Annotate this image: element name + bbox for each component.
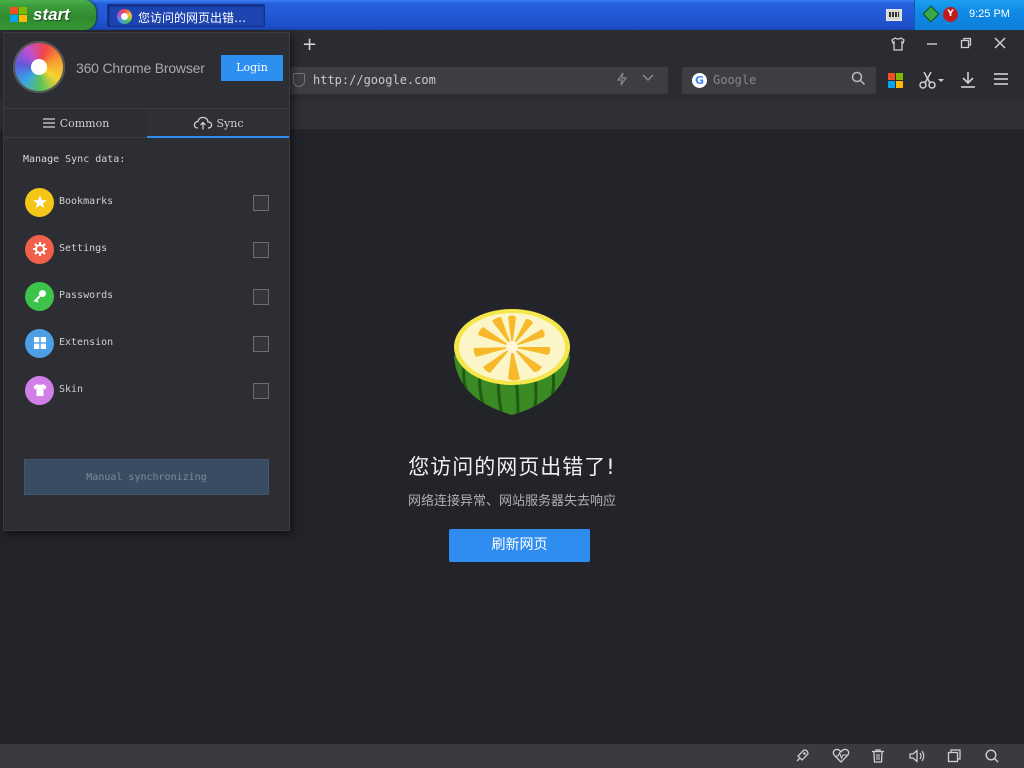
passwords-checkbox[interactable]	[253, 289, 269, 305]
address-bar[interactable]: http://google.com	[290, 67, 668, 94]
rocket-icon[interactable]	[794, 748, 810, 768]
panel-tabs: Common Sync	[4, 108, 289, 138]
tab-common[interactable]: Common	[4, 109, 147, 138]
sync-row-label: Passwords	[59, 290, 114, 301]
window-icon[interactable]	[946, 748, 962, 768]
sync-panel: 360 Chrome Browser Login Common Sync Man…	[3, 32, 290, 531]
settings-checkbox[interactable]	[253, 242, 269, 258]
refresh-page-button[interactable]: 刷新网页	[449, 529, 590, 562]
extension-checkbox[interactable]	[253, 336, 269, 352]
sync-row-label: Extension	[59, 337, 114, 348]
error-subtitle: 网络连接异常、网站服务器失去响应	[407, 494, 616, 509]
minimize-icon[interactable]	[922, 36, 942, 54]
tab-sync[interactable]: Sync	[147, 109, 289, 138]
manage-sync-label: Manage Sync data:	[23, 154, 126, 165]
sync-row-extension[interactable]: Extension	[4, 327, 289, 363]
sync-row-settings[interactable]: Settings	[4, 233, 289, 269]
trash-icon[interactable]	[870, 748, 886, 768]
google-icon: G	[692, 73, 707, 88]
speaker-icon[interactable]	[908, 748, 926, 768]
taskbar-window-title: 您访问的网页出错…	[138, 11, 247, 25]
sync-row-passwords[interactable]: Passwords	[4, 280, 289, 316]
browser-icon	[117, 9, 132, 24]
windows-logo-icon	[10, 7, 27, 23]
sync-row-label: Bookmarks	[59, 196, 114, 207]
start-button[interactable]: start	[0, 0, 96, 30]
gear-icon	[25, 235, 54, 264]
taskbar: start 您访问的网页出错… Y 9:25 PM	[0, 0, 1024, 30]
taskbar-window-button[interactable]: 您访问的网页出错…	[107, 4, 265, 27]
start-label: start	[33, 5, 70, 24]
lightning-icon[interactable]	[616, 72, 628, 90]
sync-row-label: Settings	[59, 243, 108, 254]
star-icon	[25, 188, 54, 217]
sync-row-label: Skin	[59, 384, 84, 395]
restore-icon[interactable]	[956, 36, 976, 54]
yandex-icon[interactable]: Y	[943, 7, 958, 22]
menu-icon[interactable]	[992, 70, 1010, 93]
search-icon[interactable]	[851, 71, 866, 90]
address-text[interactable]: http://google.com	[313, 73, 436, 87]
key-icon	[25, 282, 54, 311]
security-shield-icon[interactable]	[293, 73, 305, 87]
sync-row-skin[interactable]: Skin	[4, 374, 289, 410]
sync-row-bookmarks[interactable]: Bookmarks	[4, 186, 289, 222]
shirt-icon	[25, 376, 54, 405]
grid-icon	[25, 329, 54, 358]
scissors-icon[interactable]	[918, 70, 944, 95]
status-bar	[0, 744, 1024, 768]
zoom-icon[interactable]	[984, 748, 1000, 768]
system-tray: Y 9:25 PM	[914, 0, 1024, 30]
apps-grid-icon[interactable]	[888, 73, 904, 89]
close-icon[interactable]	[990, 36, 1010, 54]
tab-sync-label: Sync	[216, 117, 244, 130]
manual-sync-button[interactable]: Manual synchronizing	[24, 459, 269, 495]
watermelon-lemon-illustration	[454, 309, 570, 415]
error-title: 您访问的网页出错了!	[408, 455, 616, 479]
chevron-down-icon[interactable]	[641, 70, 655, 88]
brand-name: 360 Chrome Browser	[76, 60, 205, 76]
bookmarks-checkbox[interactable]	[253, 195, 269, 211]
skin-icon[interactable]	[888, 36, 908, 54]
skin-checkbox[interactable]	[253, 383, 269, 399]
new-tab-button[interactable]: +	[302, 34, 317, 55]
search-placeholder[interactable]: Google	[713, 73, 756, 87]
menu-icon	[42, 111, 56, 140]
cloud-upload-icon	[193, 112, 213, 141]
search-box[interactable]: G Google	[682, 67, 876, 94]
network-icon[interactable]	[922, 5, 940, 23]
login-button[interactable]: Login	[221, 55, 283, 81]
heart-pulse-icon[interactable]	[832, 748, 850, 768]
tab-common-label: Common	[59, 117, 110, 130]
360-browser-logo	[13, 41, 65, 93]
download-icon[interactable]	[958, 70, 978, 95]
keyboard-icon[interactable]	[886, 9, 902, 21]
clock[interactable]: 9:25 PM	[969, 8, 1010, 20]
